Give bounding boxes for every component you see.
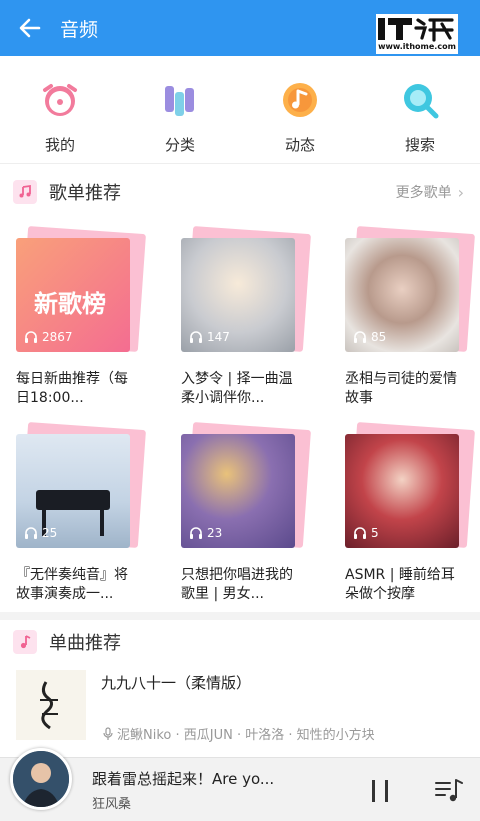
mini-player[interactable]: 跟着雷总摇起来！Are yo... 狂风桑 bbox=[0, 748, 480, 821]
playlist-cover: 23 bbox=[181, 434, 295, 548]
nav-label: 动态 bbox=[284, 136, 315, 154]
playlist-title: 丞相与司徒的爱情故事 bbox=[345, 371, 457, 406]
song-section-header: 单曲推荐 bbox=[0, 620, 480, 664]
song-title: 九九八十一（柔情版） bbox=[101, 674, 252, 692]
more-playlists-link[interactable]: 更多歌单 › bbox=[396, 182, 464, 202]
more-label: 更多歌单 bbox=[395, 185, 452, 201]
playlist-card[interactable]: 85 丞相与司徒的爱情故事 bbox=[345, 226, 480, 408]
app-bar: 音频 www.ithome.com bbox=[0, 0, 480, 56]
nav-label: 我的 bbox=[44, 136, 75, 154]
headphones-icon bbox=[25, 331, 37, 343]
play-count: 5 bbox=[353, 526, 379, 540]
playlist-cover: 5 bbox=[345, 434, 459, 548]
playlist-card[interactable]: 新歌榜 2867 每日新曲推荐（每日18:00... bbox=[16, 226, 166, 408]
headphones-icon bbox=[354, 527, 366, 539]
pause-button[interactable] bbox=[362, 774, 398, 808]
queue-list-icon bbox=[435, 779, 463, 802]
playlist-card[interactable]: 23 只想把你唱进我的歌里 | 男女... bbox=[181, 422, 331, 604]
nav-label: 分类 bbox=[164, 136, 195, 154]
playlist-card[interactable]: 147 入梦令 | 择一曲温柔小调伴你... bbox=[181, 226, 331, 408]
back-button[interactable] bbox=[0, 0, 60, 56]
play-count: 85 bbox=[353, 330, 386, 344]
cover-text: 新歌榜 bbox=[34, 290, 106, 318]
playlist-title: 每日新曲推荐（每日18:00... bbox=[16, 371, 128, 406]
playlist-title: ASMR | 睡前给耳朵做个按摩 bbox=[345, 567, 455, 602]
play-count: 2867 bbox=[24, 330, 73, 344]
music-list-icon bbox=[13, 180, 37, 204]
player-title: 跟着雷总摇起来！Are yo... bbox=[92, 770, 275, 788]
nav-item-mine[interactable]: 我的 bbox=[0, 58, 120, 163]
category-bars-icon bbox=[165, 86, 194, 116]
playlist-card[interactable]: 5 ASMR | 睡前给耳朵做个按摩 bbox=[345, 422, 480, 604]
playlist-card[interactable]: 25 『无伴奏纯音』将故事演奏成一... bbox=[16, 422, 166, 604]
headphones-icon bbox=[25, 527, 37, 539]
top-nav: 我的 分类 动态 搜索 bbox=[0, 58, 480, 164]
music-note-icon bbox=[13, 630, 37, 654]
play-count: 23 bbox=[189, 526, 222, 540]
player-album-art bbox=[10, 748, 72, 810]
microphone-icon bbox=[103, 726, 113, 740]
play-count: 147 bbox=[189, 330, 230, 344]
playlist-cover: 新歌榜 2867 bbox=[16, 238, 130, 352]
playlist-title: 入梦令 | 择一曲温柔小调伴你... bbox=[181, 371, 293, 406]
alarm-clock-icon bbox=[43, 84, 77, 116]
playlist-queue-button[interactable] bbox=[432, 774, 466, 808]
nav-item-search[interactable]: 搜索 bbox=[360, 58, 480, 163]
page-title: 音频 bbox=[60, 18, 99, 41]
headphones-icon bbox=[354, 331, 366, 343]
headphones-icon bbox=[190, 331, 202, 343]
chevron-right-icon: › bbox=[457, 182, 464, 202]
song-cover bbox=[16, 670, 86, 740]
play-count: 25 bbox=[24, 526, 57, 540]
song-row[interactable]: 九九八十一（柔情版） 泥鳅Niko · 西瓜JUN · 叶洛洛 · 知性的小方块 bbox=[0, 668, 480, 750]
headphones-icon bbox=[190, 527, 202, 539]
logo-url: www.ithome.com bbox=[378, 42, 456, 51]
search-icon bbox=[404, 84, 439, 119]
player-artist: 狂风桑 bbox=[92, 797, 132, 812]
section-title: 单曲推荐 bbox=[49, 633, 121, 654]
ithome-logo: www.ithome.com bbox=[376, 14, 458, 54]
playlist-cover: 85 bbox=[345, 238, 459, 352]
music-note-circle-icon bbox=[283, 83, 317, 117]
playlist-section-header: 歌单推荐 更多歌单 › bbox=[0, 170, 480, 214]
song-artists: 泥鳅Niko · 西瓜JUN · 叶洛洛 · 知性的小方块 bbox=[101, 724, 375, 743]
playlist-title: 只想把你唱进我的歌里 | 男女... bbox=[181, 567, 293, 602]
nav-item-feed[interactable]: 动态 bbox=[240, 58, 360, 163]
playlist-cover: 147 bbox=[181, 238, 295, 352]
pause-icon bbox=[372, 780, 388, 802]
playlist-title: 『无伴奏纯音』将故事演奏成一... bbox=[16, 567, 128, 602]
back-arrow-icon bbox=[19, 18, 41, 38]
section-divider bbox=[0, 612, 480, 620]
nav-label: 搜索 bbox=[404, 136, 435, 154]
nav-item-category[interactable]: 分类 bbox=[120, 58, 240, 163]
playlist-cover: 25 bbox=[16, 434, 130, 548]
section-title: 歌单推荐 bbox=[49, 183, 121, 204]
